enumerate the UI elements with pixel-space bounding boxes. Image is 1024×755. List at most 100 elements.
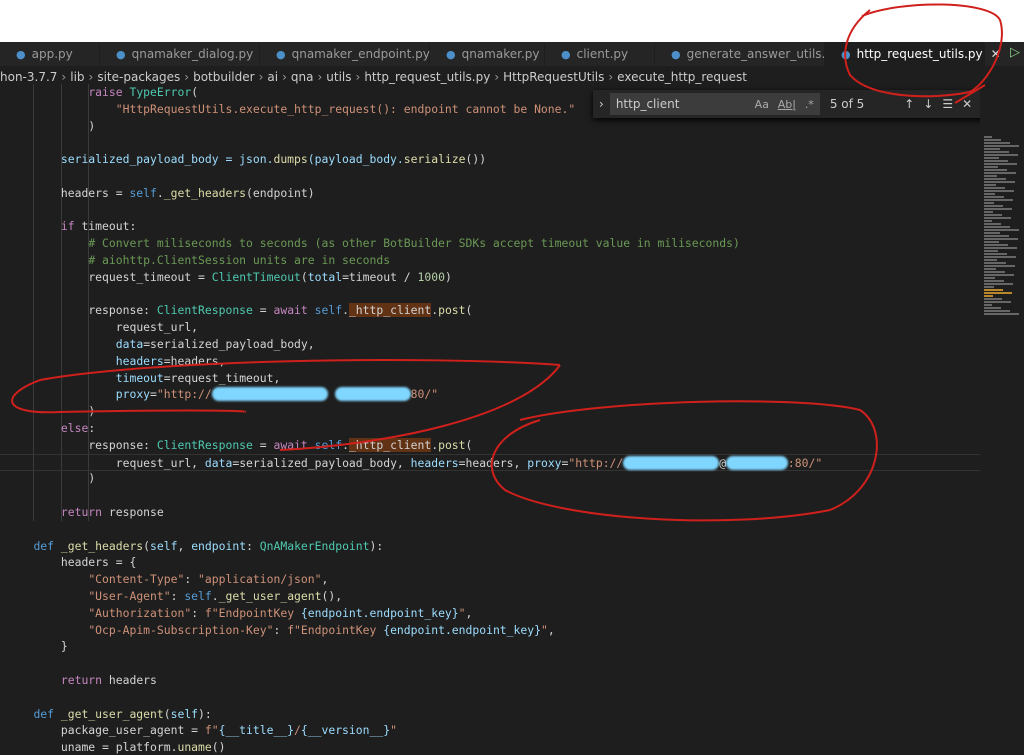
code-editor[interactable]: raise TypeError("HttpRequestUtils.execut… xyxy=(0,84,980,755)
code-token: await xyxy=(273,303,315,318)
breadcrumb-item[interactable]: http_request_utils.py xyxy=(364,70,490,84)
code-token: ): xyxy=(369,538,384,553)
code-line[interactable]: } xyxy=(0,638,1024,655)
code-line[interactable]: "Authorization": f"EndpointKey {endpoint… xyxy=(0,605,1024,622)
tab-client-py[interactable]: ● client.py xyxy=(545,42,655,66)
python-file-icon: ● xyxy=(116,47,126,61)
code-line[interactable]: return headers xyxy=(0,672,1024,689)
breadcrumb-item[interactable]: ai xyxy=(267,70,278,84)
tab-label: client.py xyxy=(576,47,629,61)
code-token: if xyxy=(60,219,82,234)
tab-generate-answer-utils-py[interactable]: ● generate_answer_utils.py xyxy=(655,42,840,66)
minimap-line xyxy=(984,292,1012,294)
code-line[interactable]: data=serialized_payload_body, xyxy=(0,336,1024,353)
code-token: _get_user_agent xyxy=(218,589,322,603)
code-token: headers = xyxy=(60,185,130,200)
minimap[interactable] xyxy=(980,88,1024,755)
code-line[interactable] xyxy=(0,655,986,672)
code-line[interactable]: return response xyxy=(0,504,1024,521)
code-token: request_url, xyxy=(115,320,199,335)
minimap-line xyxy=(984,247,1017,249)
code-line[interactable]: headers=headers, xyxy=(0,353,1024,370)
code-line[interactable] xyxy=(0,286,986,303)
code-line[interactable] xyxy=(0,487,986,504)
python-file-icon: ● xyxy=(841,47,851,61)
code-line[interactable]: request_url, data=serialized_payload_bod… xyxy=(0,453,980,471)
code-line[interactable]: package_user_agent = f"{__title__}/{__ve… xyxy=(0,722,1024,739)
toggle-replace-icon[interactable]: › xyxy=(599,97,604,111)
code-token: = xyxy=(252,303,274,318)
code-line[interactable] xyxy=(0,521,986,538)
code-line[interactable]: # Convert miliseconds to seconds (as oth… xyxy=(0,235,1024,252)
code-line[interactable]: def _get_headers(self, endpoint: QnAMake… xyxy=(0,538,1013,555)
match-case-toggle[interactable]: Aa xyxy=(755,98,769,111)
code-line[interactable]: "Ocp-Apim-Subscription-Key": f"EndpointK… xyxy=(0,622,1024,639)
code-token: proxy xyxy=(527,455,562,470)
code-line[interactable]: timeout=request_timeout, xyxy=(0,370,1024,387)
code-token: =request_timeout, xyxy=(163,370,281,385)
breadcrumb-item[interactable]: qna xyxy=(291,70,314,84)
tab-qnamaker-dialog-py[interactable]: ● qnamaker_dialog.py xyxy=(100,42,260,66)
code-line[interactable]: headers = self._get_headers(endpoint) xyxy=(0,185,1024,202)
code-line[interactable]: if timeout: xyxy=(0,218,1024,235)
minimap-line xyxy=(984,256,1016,258)
code-token: {endpoint.endpoint_key} xyxy=(383,622,541,637)
run-icon[interactable]: ▷ xyxy=(1010,45,1020,60)
tab-http-request-utils-py[interactable]: ● http_request_utils.py ✕ xyxy=(825,42,1001,66)
breadcrumb-item[interactable]: hon-3.7.7 xyxy=(0,70,57,84)
code-line[interactable]: request_timeout = ClientTimeout(total=ti… xyxy=(0,269,1024,286)
code-line[interactable]: proxy="http://xxxxxxxxxxxxxxxxx xxxxxxxx… xyxy=(0,386,1024,403)
find-in-selection-icon[interactable]: ☰ xyxy=(942,97,953,111)
breadcrumb-item[interactable]: lib xyxy=(70,70,84,84)
code-line[interactable]: else: xyxy=(0,420,1024,437)
code-line[interactable]: ) xyxy=(0,118,1024,135)
code-token: return xyxy=(60,673,109,687)
tab-qnamaker-py[interactable]: ● qnamaker.py xyxy=(430,42,545,66)
tab-app-py[interactable]: ● app.py xyxy=(0,42,100,66)
code-line[interactable] xyxy=(0,689,986,706)
code-line[interactable]: "Content-Type": "application/json", xyxy=(0,571,1024,588)
breadcrumb-item[interactable]: HttpRequestUtils xyxy=(503,70,604,84)
regex-toggle[interactable]: .* xyxy=(805,98,814,111)
minimap-line xyxy=(984,145,1019,147)
code-token: ( xyxy=(465,437,473,452)
code-line[interactable]: serialized_payload_body = json.dumps(pay… xyxy=(0,151,1024,168)
code-line[interactable]: "User-Agent": self._get_user_agent(), xyxy=(0,588,1024,605)
minimap-line xyxy=(984,271,1005,273)
close-find-icon[interactable]: ✕ xyxy=(962,97,972,111)
code-token: ( xyxy=(300,269,308,284)
minimap-line xyxy=(984,199,1013,201)
code-token: "http:// xyxy=(568,455,624,470)
previous-match-icon[interactable]: ↑ xyxy=(904,97,914,111)
code-line[interactable]: response: ClientResponse = await self._h… xyxy=(0,302,1024,319)
code-line[interactable]: headers = { xyxy=(0,554,1024,571)
breadcrumb-item[interactable]: utils xyxy=(326,70,351,84)
breadcrumb-item[interactable]: execute_http_request xyxy=(617,70,747,84)
code-token: " xyxy=(390,723,397,738)
breadcrumb-item[interactable]: botbuilder xyxy=(193,70,255,84)
breadcrumb-item[interactable]: site-packages xyxy=(97,70,180,84)
next-match-icon[interactable]: ↓ xyxy=(923,97,933,111)
code-line[interactable]: response: ClientResponse = await self._h… xyxy=(0,437,1024,454)
code-line[interactable]: ) xyxy=(0,403,1024,420)
code-token: data xyxy=(204,455,233,470)
code-token: dumps xyxy=(273,152,308,167)
whole-word-toggle[interactable]: Ab| xyxy=(778,98,796,111)
code-line[interactable]: request_url, xyxy=(0,319,1024,336)
code-line[interactable]: # aiohttp.ClientSession units are in sec… xyxy=(0,252,1024,269)
code-line[interactable]: ) xyxy=(0,470,1024,487)
code-line[interactable] xyxy=(0,134,986,151)
code-line[interactable]: uname = platform.uname() xyxy=(0,739,1024,755)
code-token: self xyxy=(150,538,178,553)
code-token: request_url, xyxy=(115,455,205,470)
code-line[interactable]: def _get_user_agent(self): xyxy=(0,706,1013,723)
close-tab-icon[interactable]: ✕ xyxy=(991,47,1001,61)
minimap-line xyxy=(984,253,1007,255)
find-input[interactable]: http_client Aa Ab| .* xyxy=(609,93,820,115)
code-token: headers xyxy=(115,353,164,368)
tab-bar: ● app.py ● qnamaker_dialog.py ● qnamaker_endp… xyxy=(0,42,1024,66)
tab-qnamaker-endpoint-py[interactable]: ● qnamaker_endpoint.py xyxy=(260,42,430,66)
code-line[interactable] xyxy=(0,168,986,185)
code-token: self xyxy=(314,437,343,452)
code-line[interactable] xyxy=(0,202,986,219)
